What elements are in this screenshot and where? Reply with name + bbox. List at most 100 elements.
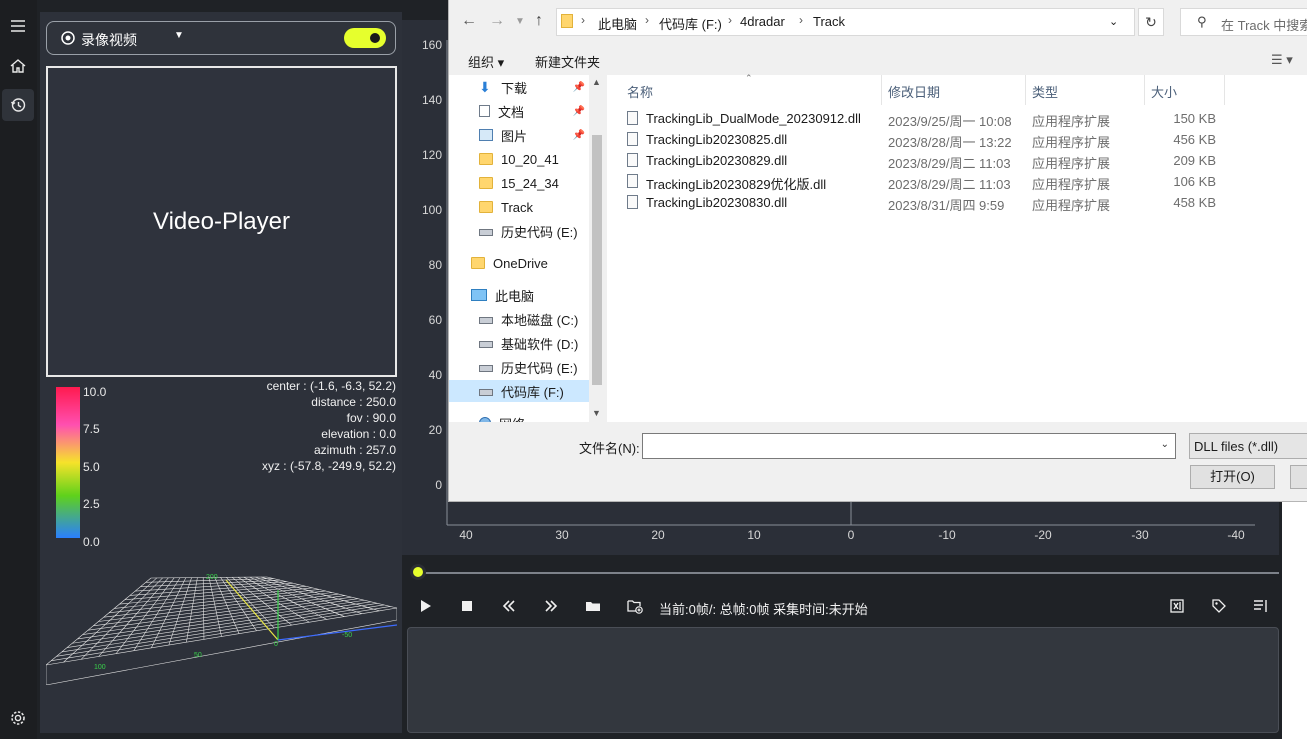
filetype-value: DLL files (*.dll) bbox=[1194, 439, 1279, 454]
tree-item-drive-f[interactable]: 代码库 (F:) bbox=[449, 380, 589, 402]
tree-item-folder[interactable]: 15_24_34 bbox=[479, 172, 559, 194]
playback-slider-track[interactable] bbox=[418, 572, 1279, 574]
fast-forward-icon[interactable] bbox=[541, 597, 561, 615]
breadcrumb-item[interactable]: 此电脑 bbox=[598, 14, 637, 33]
column-header-type[interactable]: 类型 bbox=[1032, 82, 1058, 101]
search-input[interactable]: ⚲ 在 Track 中搜索 bbox=[1180, 8, 1307, 36]
forward-icon[interactable]: → bbox=[489, 12, 505, 30]
pin-icon: 📌 bbox=[572, 105, 585, 117]
stop-icon[interactable] bbox=[457, 597, 477, 615]
breadcrumb-item[interactable]: Track bbox=[813, 14, 845, 29]
camera-elevation: elevation : 0.0 bbox=[321, 427, 396, 441]
cancel-button[interactable] bbox=[1290, 465, 1307, 489]
column-header-name[interactable]: 名称 bbox=[627, 82, 653, 101]
menu-icon[interactable] bbox=[2, 10, 34, 42]
y-tick: 40 bbox=[428, 368, 442, 382]
colorbar-tick: 0.0 bbox=[83, 535, 100, 549]
navigation-tree[interactable]: ⬇ 下载 📌 文档 📌 图片 📌 10_20_41 15_24_34 Track 历史… bbox=[449, 75, 605, 422]
tree-item-drive-d[interactable]: 基础软件 (D:) bbox=[479, 332, 578, 354]
back-icon[interactable]: ← bbox=[461, 12, 477, 30]
playback-slider-handle[interactable] bbox=[410, 564, 426, 580]
filetype-select[interactable]: DLL files (*.dll) bbox=[1189, 433, 1307, 459]
settings-icon[interactable] bbox=[2, 702, 34, 734]
column-header-date[interactable]: 修改日期 bbox=[888, 82, 940, 101]
file-name: TrackingLib20230830.dll bbox=[646, 195, 788, 210]
filename-label: 文件名(N): bbox=[579, 441, 640, 456]
export-excel-icon[interactable] bbox=[1167, 597, 1187, 615]
pin-icon: 📌 bbox=[572, 129, 585, 141]
up-icon[interactable]: ↑ bbox=[535, 12, 543, 30]
address-dropdown-icon[interactable]: ⌄ bbox=[1109, 15, 1118, 28]
file-size: 106 KB bbox=[1173, 174, 1216, 189]
rewind-icon[interactable] bbox=[499, 597, 519, 615]
x-tick: -40 bbox=[1227, 528, 1245, 542]
dll-file-icon bbox=[627, 153, 638, 167]
drive-icon bbox=[479, 365, 493, 372]
y-tick: 120 bbox=[421, 148, 442, 162]
y-tick: 100 bbox=[421, 203, 442, 217]
tree-item-folder[interactable]: 10_20_41 bbox=[479, 148, 559, 170]
file-list[interactable]: 名称 ⌃ 修改日期 类型 大小 TrackingLib_DualMode_202… bbox=[607, 73, 1307, 422]
side-rail bbox=[0, 0, 37, 739]
filename-input[interactable]: ⌄ bbox=[642, 433, 1176, 459]
tree-item-documents[interactable]: 文档 📌 bbox=[479, 100, 589, 122]
tree-item-drive-e[interactable]: 历史代码 (E:) bbox=[479, 356, 578, 378]
open-button[interactable]: 打开(O) bbox=[1190, 465, 1275, 489]
tree-item-drive-c[interactable]: 本地磁盘 (C:) bbox=[479, 308, 578, 330]
folder-icon bbox=[561, 14, 573, 28]
tree-scrollbar-thumb[interactable] bbox=[592, 135, 602, 385]
enable-toggle[interactable] bbox=[344, 28, 386, 48]
network-icon bbox=[479, 417, 491, 422]
tree-item-onedrive[interactable]: OneDrive bbox=[471, 252, 548, 274]
chevron-down-icon: ⌄ bbox=[1160, 439, 1169, 450]
grid-label: 50 bbox=[194, 652, 202, 659]
file-size: 456 KB bbox=[1173, 132, 1216, 147]
home-icon[interactable] bbox=[2, 50, 34, 82]
computer-icon bbox=[471, 289, 487, 301]
file-row[interactable]: TrackingLib20230830.dll 2023/8/31/周四 9:5… bbox=[627, 193, 1227, 213]
tree-item-this-pc[interactable]: 此电脑 bbox=[471, 284, 534, 306]
x-tick: 0 bbox=[847, 528, 855, 542]
tree-scrollbar[interactable]: ▲ ▼ bbox=[589, 75, 605, 422]
list-settings-icon[interactable] bbox=[1251, 597, 1271, 615]
tree-item-track[interactable]: Track bbox=[479, 196, 533, 218]
source-select[interactable]: 录像视频 ▼ bbox=[46, 21, 396, 55]
3d-grid-view[interactable]: 200 100 50 0 -50 bbox=[46, 550, 397, 685]
column-header-size[interactable]: 大小 bbox=[1151, 82, 1177, 101]
file-row[interactable]: TrackingLib20230829优化版.dll 2023/8/29/周二 … bbox=[627, 172, 1227, 192]
breadcrumb-item[interactable]: 4dradar bbox=[740, 14, 785, 29]
camera-icon bbox=[61, 31, 75, 45]
colorbar-tick: 7.5 bbox=[83, 422, 100, 436]
add-folder-icon[interactable] bbox=[625, 597, 645, 615]
history-icon[interactable] bbox=[2, 89, 34, 121]
camera-info: center : (-1.6, -6.3, 52.2) distance : 2… bbox=[200, 378, 396, 474]
camera-distance: distance : 250.0 bbox=[311, 395, 396, 409]
open-folder-icon[interactable] bbox=[583, 597, 603, 615]
tree-item-pictures[interactable]: 图片 📌 bbox=[479, 124, 589, 146]
refresh-icon[interactable]: ↻ bbox=[1138, 8, 1164, 36]
tree-item-downloads[interactable]: ⬇ 下载 📌 bbox=[479, 76, 589, 98]
organize-button[interactable]: 组织 ▾ bbox=[468, 52, 504, 71]
tree-item-drive-e[interactable]: 历史代码 (E:) bbox=[479, 220, 578, 242]
view-options-icon[interactable]: ☰ ▾ bbox=[1271, 52, 1293, 68]
dll-file-icon bbox=[627, 195, 638, 209]
breadcrumb-item[interactable]: 代码库 (F:) bbox=[659, 14, 722, 33]
file-size: 458 KB bbox=[1173, 195, 1216, 210]
file-row[interactable]: TrackingLib20230829.dll 2023/8/29/周二 11:… bbox=[627, 151, 1227, 171]
grid-label: -50 bbox=[342, 632, 352, 639]
file-row[interactable]: TrackingLib20230825.dll 2023/8/28/周一 13:… bbox=[627, 130, 1227, 150]
file-type: 应用程序扩展 bbox=[1032, 135, 1111, 150]
play-icon[interactable] bbox=[415, 597, 435, 615]
folder-icon bbox=[479, 201, 493, 213]
recent-dropdown-icon[interactable]: ▼ bbox=[515, 16, 525, 27]
colorbar-tick: 10.0 bbox=[83, 385, 107, 399]
tree-item-network[interactable]: 网络 bbox=[479, 412, 525, 422]
y-tick: 140 bbox=[421, 93, 442, 107]
address-bar[interactable]: › 此电脑 › 代码库 (F:) › 4dradar › Track ⌄ bbox=[556, 8, 1135, 36]
y-tick: 0 bbox=[435, 478, 442, 492]
tag-icon[interactable] bbox=[1209, 597, 1229, 615]
file-size: 150 KB bbox=[1173, 111, 1216, 126]
new-folder-button[interactable]: 新建文件夹 bbox=[535, 52, 600, 71]
file-row[interactable]: TrackingLib_DualMode_20230912.dll 2023/9… bbox=[627, 109, 1227, 129]
download-icon: ⬇ bbox=[479, 79, 491, 95]
